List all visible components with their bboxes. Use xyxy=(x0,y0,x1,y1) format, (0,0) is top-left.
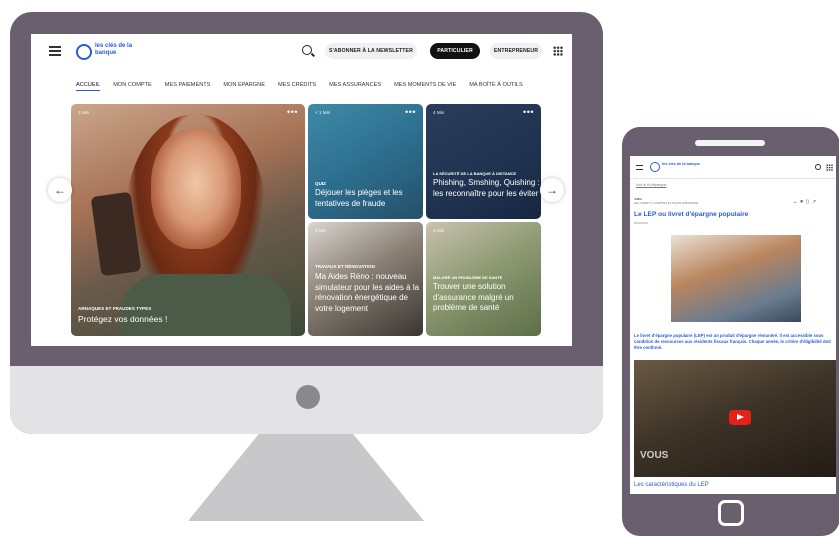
card-title: Phishing, Smshing, Quishing : les reconn… xyxy=(433,178,540,198)
video-player[interactable]: VOUS xyxy=(634,360,836,477)
brand-logo-icon[interactable] xyxy=(76,44,92,60)
search-icon[interactable] xyxy=(302,45,312,55)
phone-speaker xyxy=(695,140,765,146)
article-date: 28/02/2024 xyxy=(634,221,648,225)
nav-item-moments-de-vie[interactable]: MES MOMENTS DE VIE xyxy=(394,82,456,88)
monitor-stand xyxy=(188,434,424,521)
video-overlay-text: VOUS xyxy=(640,450,669,461)
play-icon[interactable] xyxy=(729,410,751,425)
card-category: ARNAQUES ET FRAUDES TYPES xyxy=(78,306,152,311)
search-icon[interactable] xyxy=(815,164,821,170)
nav-item-mes-paiements[interactable]: MES PAIEMENTS xyxy=(165,82,211,88)
card-category: LA SÉCURITÉ DE LA BANQUE À DISTANCE xyxy=(433,171,517,176)
grid-menu-icon[interactable] xyxy=(826,164,833,171)
card-photo-face xyxy=(151,129,241,249)
monitor-logo-dot xyxy=(296,385,320,409)
mobile-screen: les clés de la banque Voir le fil d'épar… xyxy=(630,156,836,494)
brand-name[interactable]: les clés de la banque xyxy=(95,43,135,57)
top-bar: les clés de la banque S'ABONNER À LA NEW… xyxy=(31,34,572,70)
card-category: TRAVAUX ET RÉNOVATION xyxy=(315,264,375,269)
newsletter-button[interactable]: S'ABONNER À LA NEWSLETTER xyxy=(325,43,417,59)
more-icon[interactable]: ••• xyxy=(523,107,534,117)
nav-item-mon-compte[interactable]: MON COMPTE xyxy=(113,82,152,88)
article-card-phishing[interactable]: 4 Min ••• LA SÉCURITÉ DE LA BANQUE À DIS… xyxy=(426,104,541,219)
card-read-time: 2 Min xyxy=(433,228,445,233)
article-card-renovation[interactable]: 2 Min TRAVAUX ET RÉNOVATION Ma Aides Rén… xyxy=(308,222,423,336)
more-icon[interactable]: ••• xyxy=(287,107,298,117)
article-card-assurance[interactable]: 2 Min MALGRÉ UN PROBLÈME DE SANTÉ Trouve… xyxy=(426,222,541,336)
card-category: QUIZ xyxy=(315,181,326,186)
card-photo-sweater xyxy=(121,274,291,336)
more-icon[interactable]: ••• xyxy=(405,107,416,117)
header-divider xyxy=(630,178,836,179)
nav-item-mes-credits[interactable]: MES CRÉDITS xyxy=(278,82,316,88)
article-actions[interactable]: ⌄♥▯↗ xyxy=(793,199,819,205)
main-nav: ACCUEIL MON COMPTE MES PAIEMENTS MON ÉPA… xyxy=(31,78,572,92)
nav-item-boite-a-outils[interactable]: MA BOÎTE À OUTILS xyxy=(469,82,522,88)
card-title: Déjouer les pièges et les tentatives de … xyxy=(315,188,403,208)
card-title: Ma Aides Réno : nouveau simulateur pour … xyxy=(315,272,420,313)
article-card-quiz[interactable]: < 1 Min ••• QUIZ Déjouer les pièges et l… xyxy=(308,104,423,219)
phone-home-button[interactable] xyxy=(718,500,744,526)
card-read-time: < 1 Min xyxy=(315,110,331,115)
brand-name[interactable]: les clés de la banque xyxy=(662,162,700,167)
breadcrumb[interactable]: LES LIVRETS, COMPTES ET PLANS D'ÉPARGNE xyxy=(634,201,698,205)
hamburger-icon[interactable] xyxy=(636,165,643,170)
nav-item-mes-assurances[interactable]: MES ASSURANCES xyxy=(329,82,381,88)
card-read-time: 2 Min xyxy=(315,228,327,233)
article-card-big[interactable]: 2 Min ••• ARNAQUES ET FRAUDES TYPES Prot… xyxy=(71,104,305,336)
nav-item-accueil[interactable]: ACCUEIL xyxy=(76,82,101,91)
article-title: Le LEP ou livret d'épargne populaire xyxy=(634,211,749,218)
hamburger-icon[interactable] xyxy=(49,46,61,56)
desktop-screen: les clés de la banque S'ABONNER À LA NEW… xyxy=(31,34,572,346)
brand-logo-icon[interactable] xyxy=(650,162,660,172)
nav-item-mon-epargne[interactable]: MON ÉPARGNE xyxy=(223,82,265,88)
particulier-button[interactable]: PARTICULIER xyxy=(430,43,480,59)
back-link[interactable]: Voir le fil d'épargne xyxy=(636,183,666,187)
article-photo xyxy=(671,235,801,322)
card-title: Trouver une solution d'assurance malgré … xyxy=(433,282,514,312)
card-read-time: 2 Min xyxy=(78,110,90,115)
article-intro: Le livret d'épargne populaire (LEP) est … xyxy=(634,333,831,350)
arrow-left-icon[interactable]: ← xyxy=(48,178,72,202)
video-caption[interactable]: Les caractéristiques du LEP xyxy=(634,482,709,488)
card-title: Protégez vos données ! xyxy=(78,314,168,324)
card-category: MALGRÉ UN PROBLÈME DE SANTÉ xyxy=(433,275,503,280)
arrow-right-icon[interactable]: → xyxy=(540,178,564,202)
card-read-time: 4 Min xyxy=(433,110,445,115)
grid-menu-icon[interactable] xyxy=(553,46,563,56)
entrepreneur-button[interactable]: ENTREPRENEUR xyxy=(490,43,542,59)
